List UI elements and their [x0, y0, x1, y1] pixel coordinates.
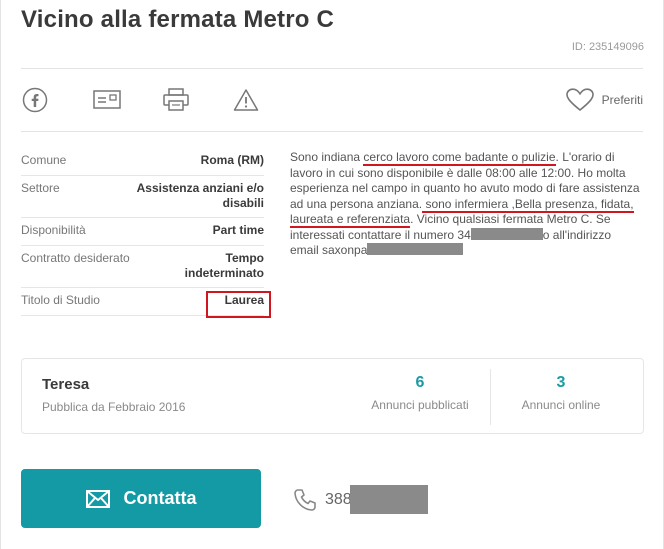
contact-button[interactable]: Contatta — [21, 469, 261, 528]
desc-text: Sono indiana — [290, 150, 364, 164]
listing-id: ID: 235149096 — [571, 41, 644, 53]
phone-icon — [294, 488, 316, 511]
redacted-phone — [470, 227, 543, 240]
detail-row-contratto: Contratto desiderato Tempo indeterminato — [21, 246, 264, 288]
heart-icon — [565, 88, 594, 112]
listing-title: Vicino alla fermata Metro C — [21, 6, 335, 33]
desc-phone-prefix: 34 — [457, 227, 471, 242]
highlight-box-laurea — [206, 291, 271, 318]
detail-row-settore: Settore Assistenza anziani e/o disabili — [21, 176, 264, 218]
divider-top — [21, 68, 643, 69]
print-icon[interactable] — [162, 86, 190, 114]
facebook-icon[interactable] — [21, 86, 49, 114]
actions-bar: Preferiti — [21, 84, 643, 116]
detail-value: Roma (RM) — [200, 153, 264, 167]
detail-value: Part time — [212, 223, 264, 237]
listing-description: Sono indiana cerco lavoro come badante o… — [290, 150, 640, 259]
detail-value: Assistenza anziani e/o disabili — [136, 181, 264, 210]
envelope-icon — [85, 489, 110, 508]
detail-label: Contratto desiderato — [21, 251, 130, 265]
stat-ads-online[interactable]: 3 Annunci online — [506, 374, 616, 412]
stat-label: Annunci pubblicati — [371, 398, 469, 412]
redacted-email — [367, 243, 464, 255]
detail-label: Comune — [21, 153, 67, 167]
stat-number: 3 — [556, 374, 566, 391]
email-icon[interactable] — [93, 86, 121, 114]
detail-row-disponibilita: Disponibilità Part time — [21, 218, 264, 246]
desc-highlight: cerco lavoro come badante o pulizie — [363, 150, 556, 166]
detail-label: Disponibilità — [21, 223, 86, 237]
divider-actions — [21, 131, 643, 132]
phone-prefix: 388 — [325, 490, 352, 508]
detail-row-comune: Comune Roma (RM) — [21, 148, 264, 176]
redacted-phone-number — [349, 485, 428, 514]
detail-value: Tempo indeterminato — [184, 251, 264, 280]
stat-label: Annunci online — [521, 398, 601, 412]
detail-label: Settore — [21, 181, 60, 195]
contact-button-label: Contatta — [123, 488, 197, 508]
profile-divider — [490, 369, 491, 425]
detail-label: Titolo di Studio — [21, 293, 100, 307]
stat-number: 6 — [415, 374, 425, 391]
profile-card: Teresa Pubblica da Febbraio 2016 6 Annun… — [21, 358, 644, 434]
warning-icon[interactable] — [232, 86, 260, 114]
profile-name: Teresa — [42, 376, 90, 393]
favorite-button[interactable]: Preferiti — [565, 88, 643, 112]
stat-ads-published[interactable]: 6 Annunci pubblicati — [365, 374, 475, 412]
profile-since: Pubblica da Febbraio 2016 — [42, 400, 186, 414]
phone-reveal[interactable]: 388 — [293, 485, 428, 514]
favorite-label: Preferiti — [601, 93, 643, 107]
